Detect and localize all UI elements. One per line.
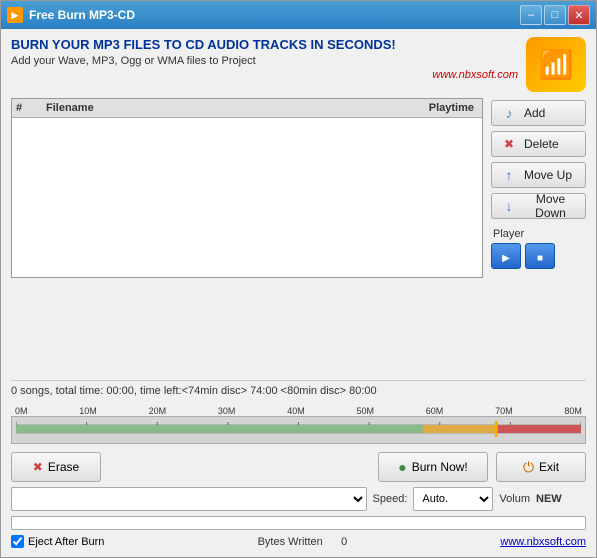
footer-website[interactable]: www.nbxsoft.com: [500, 536, 586, 548]
middle-area: # Filename Playtime Add Delete: [11, 98, 586, 376]
ruler-svg: [16, 420, 581, 438]
ruler-label-30: 30M: [218, 406, 236, 416]
main-content: BURN YOUR MP3 FILES TO CD AUDIO TRACKS I…: [1, 29, 596, 557]
window-title: Free Burn MP3-CD: [29, 8, 520, 22]
move-up-label: Move Up: [524, 168, 572, 182]
window-controls: – □ ✕: [520, 5, 590, 25]
file-list-container: # Filename Playtime: [11, 98, 483, 278]
add-icon: [500, 104, 518, 122]
bytes-written-label: Bytes Written: [258, 536, 323, 548]
ruler-label-10: 10M: [79, 406, 97, 416]
ruler-label-20: 20M: [149, 406, 167, 416]
move-up-button[interactable]: Move Up: [491, 162, 586, 188]
ruler-label-70: 70M: [495, 406, 513, 416]
add-button[interactable]: Add: [491, 100, 586, 126]
player-controls: [491, 243, 586, 269]
delete-button[interactable]: Delete: [491, 131, 586, 157]
col-playtime: Playtime: [398, 102, 478, 114]
burn-icon: [398, 459, 406, 475]
exit-label: Exit: [539, 460, 559, 474]
logo-area: 📶: [526, 37, 586, 92]
bottom-controls: Erase Burn Now! Exit Speed:: [11, 448, 586, 552]
ruler-track-wrapper: [16, 420, 581, 441]
minimize-button[interactable]: –: [520, 5, 542, 25]
ruler-label-50: 50M: [356, 406, 374, 416]
file-list-body[interactable]: [12, 118, 482, 277]
eject-area: Eject After Burn: [11, 535, 104, 548]
speed-select[interactable]: Auto.: [413, 487, 493, 511]
title-bar: ▶ Free Burn MP3-CD – □ ✕: [1, 1, 596, 29]
ruler-label-0: 0M: [15, 406, 28, 416]
col-filename: Filename: [46, 102, 398, 114]
add-label: Add: [524, 106, 545, 120]
header-title: BURN YOUR MP3 FILES TO CD AUDIO TRACKS I…: [11, 37, 518, 52]
player-section: Player: [491, 228, 586, 269]
maximize-button[interactable]: □: [544, 5, 566, 25]
move-down-button[interactable]: Move Down: [491, 193, 586, 219]
exit-icon: [523, 459, 534, 476]
buttons-panel: Add Delete Move Up Move Down Player: [491, 98, 586, 376]
play-icon: [502, 248, 510, 264]
erase-button[interactable]: Erase: [11, 452, 101, 482]
play-button[interactable]: [491, 243, 521, 269]
burn-button[interactable]: Burn Now!: [378, 452, 488, 482]
close-button[interactable]: ✕: [568, 5, 590, 25]
ruler-label-80: 80M: [564, 406, 582, 416]
status-bar: 0 songs, total time: 00:00, time left:<7…: [11, 380, 586, 401]
app-icon: ▶: [7, 7, 23, 23]
stop-icon: [537, 248, 543, 264]
exit-button[interactable]: Exit: [496, 452, 586, 482]
ruler-label-60: 60M: [426, 406, 444, 416]
speed-label: Speed:: [373, 493, 408, 505]
eject-label: Eject After Burn: [28, 536, 104, 548]
delete-icon: [500, 135, 518, 153]
volume-label: Volum: [499, 493, 530, 505]
header-text: BURN YOUR MP3 FILES TO CD AUDIO TRACKS I…: [11, 37, 518, 81]
col-hash: #: [16, 102, 46, 114]
header-subtitle: Add your Wave, MP3, Ogg or WMA files to …: [11, 55, 518, 67]
ruler-container: [11, 416, 586, 444]
header-website: www.nbxsoft.com: [11, 69, 518, 81]
file-list-header: # Filename Playtime: [12, 99, 482, 118]
burn-label: Burn Now!: [412, 460, 468, 474]
burn-row: Erase Burn Now! Exit: [11, 452, 586, 482]
erase-icon: [33, 460, 43, 474]
ruler-section: 0M 10M 20M 30M 40M 50M 60M 70M 80M: [11, 405, 586, 444]
delete-label: Delete: [524, 137, 559, 151]
player-label: Player: [491, 228, 586, 240]
header-section: BURN YOUR MP3 FILES TO CD AUDIO TRACKS I…: [11, 37, 586, 92]
ruler-label-40: 40M: [287, 406, 305, 416]
wifi-icon: 📶: [539, 48, 574, 81]
progress-bar: [11, 516, 586, 530]
options-row: Speed: Auto. Volum NEW: [11, 487, 586, 511]
move-down-label: Move Down: [524, 192, 577, 220]
bytes-area: Bytes Written 0: [258, 536, 348, 548]
drive-select[interactable]: [11, 487, 367, 511]
move-up-icon: [500, 166, 518, 184]
volume-value: NEW: [536, 493, 586, 505]
bytes-written-value: 0: [341, 536, 347, 548]
stop-button[interactable]: [525, 243, 555, 269]
footer-row: Eject After Burn Bytes Written 0 www.nbx…: [11, 535, 586, 548]
move-down-icon: [500, 197, 518, 215]
status-text: 0 songs, total time: 00:00, time left:<7…: [11, 385, 377, 397]
erase-label: Erase: [48, 460, 79, 474]
ruler-labels: 0M 10M 20M 30M 40M 50M 60M 70M 80M: [11, 405, 586, 416]
eject-checkbox[interactable]: [11, 535, 24, 548]
main-window: ▶ Free Burn MP3-CD – □ ✕ BURN YOUR MP3 F…: [0, 0, 597, 558]
